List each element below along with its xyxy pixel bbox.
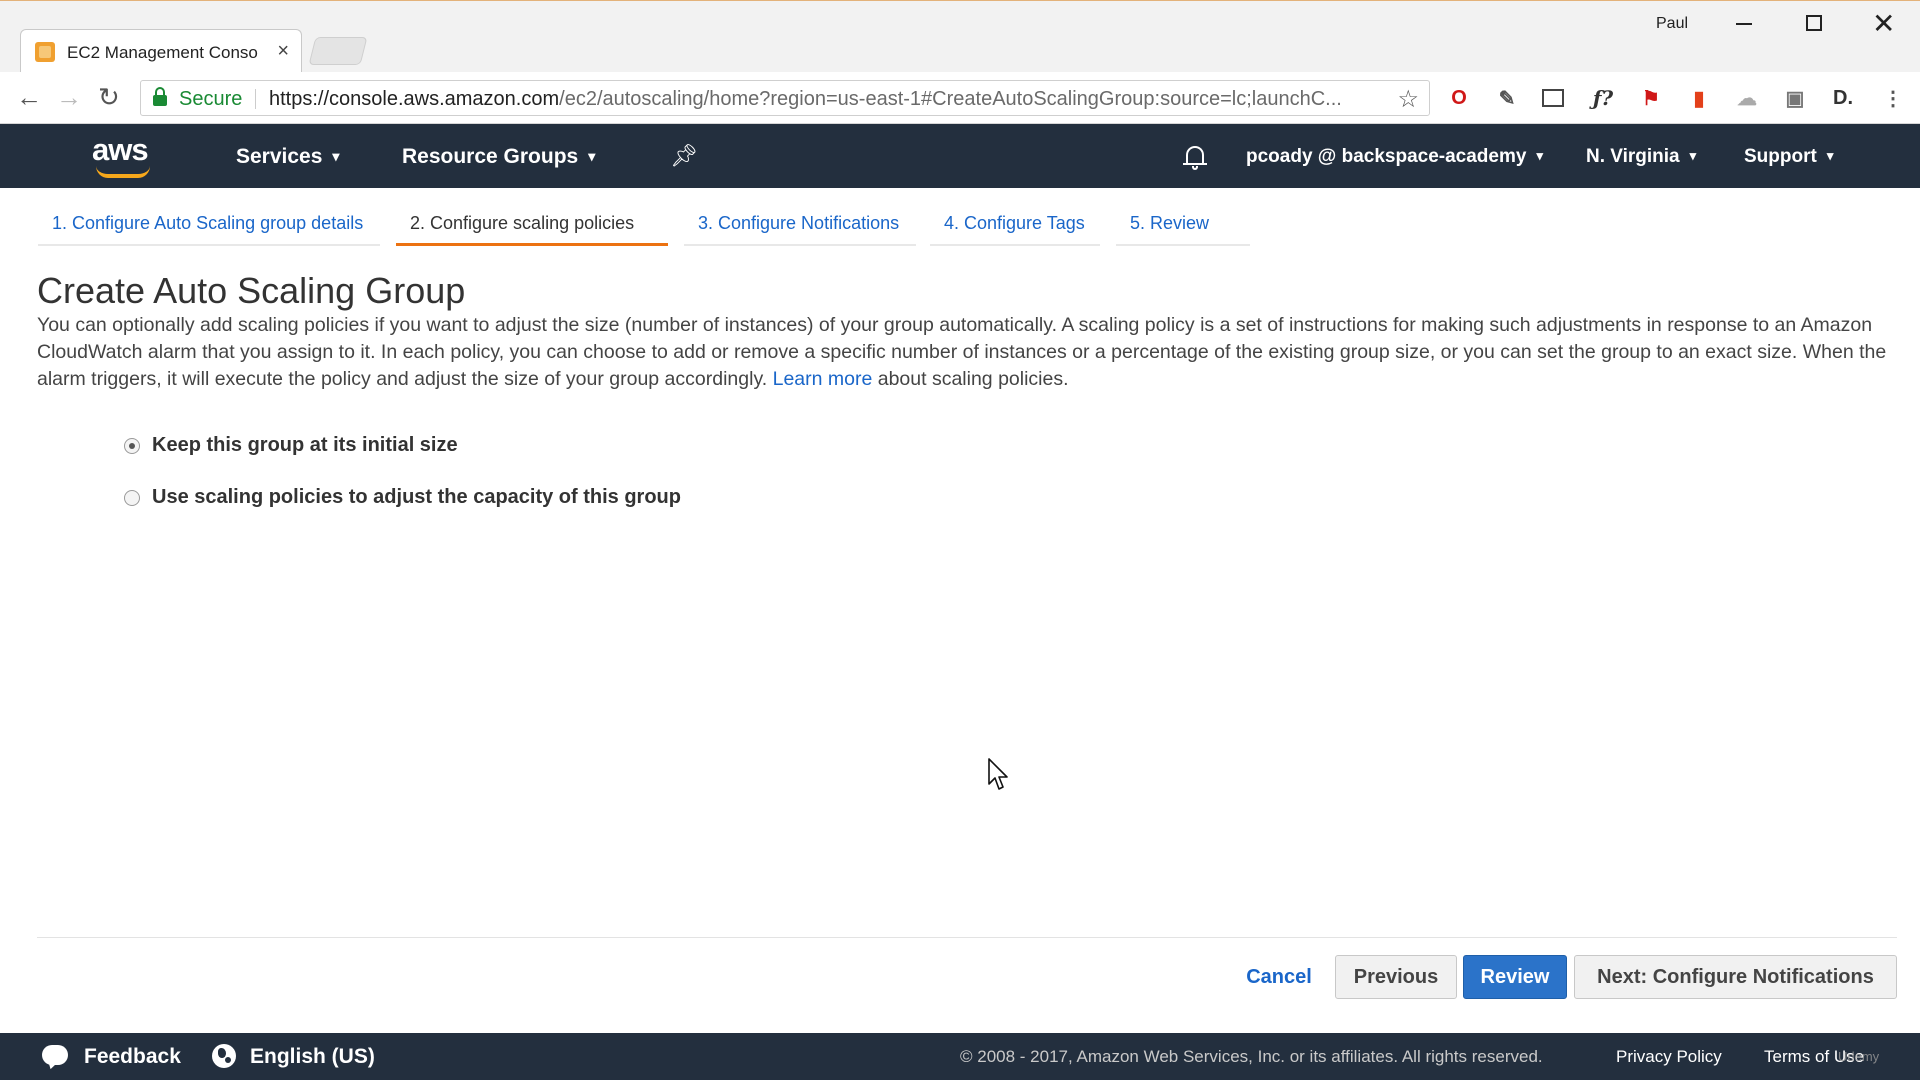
chevron-down-icon: ▾: [1536, 148, 1543, 163]
url-text[interactable]: https://console.aws.amazon.com/ec2/autos…: [269, 88, 1399, 111]
resource-groups-label: Resource Groups: [402, 145, 579, 168]
new-tab-button[interactable]: [308, 37, 368, 65]
back-icon[interactable]: ←: [16, 84, 42, 110]
profile-name[interactable]: Paul: [1656, 15, 1688, 33]
close-icon[interactable]: ×: [277, 40, 289, 63]
learn-more-link[interactable]: Learn more: [773, 368, 873, 390]
description-tail: about scaling policies.: [877, 368, 1069, 390]
next-configure-notifications-button[interactable]: Next: Configure Notifications: [1574, 955, 1897, 999]
chevron-down-icon: ▾: [332, 148, 340, 164]
url-host: https://console.aws.amazon.com: [269, 88, 560, 110]
browser-titlebar: EC2 Management Conso × Paul ✕: [0, 0, 1920, 73]
eyedropper-icon[interactable]: ✎: [1494, 85, 1520, 111]
menu-icon[interactable]: ⋮: [1880, 85, 1906, 111]
option-use-scaling-policies[interactable]: Use scaling policies to adjust the capac…: [124, 486, 681, 509]
globe-icon: [212, 1044, 236, 1068]
star-icon[interactable]: ☆: [1397, 85, 1419, 114]
aws-footer: Feedback English (US) © 2008 - 2017, Ama…: [0, 1033, 1920, 1080]
actions-divider: [37, 937, 1897, 938]
secure-label: Secure: [179, 88, 243, 110]
speech-bubble-icon: [42, 1045, 68, 1065]
region-menu[interactable]: N. Virginia ▾: [1586, 146, 1696, 168]
services-menu[interactable]: Services ▾: [236, 145, 339, 169]
flag-icon[interactable]: ⚑: [1638, 85, 1664, 111]
account-menu[interactable]: pcoady @ backspace-academy ▾: [1246, 146, 1543, 168]
wizard-step-2[interactable]: 2. Configure scaling policies: [396, 210, 668, 246]
maximize-icon[interactable]: [1806, 15, 1822, 31]
address-bar[interactable]: Secure https://console.aws.amazon.com/ec…: [140, 80, 1430, 116]
support-label: Support: [1744, 146, 1817, 167]
wizard-step-5[interactable]: 5. Review: [1116, 210, 1250, 246]
page-description: You can optionally add scaling policies …: [37, 312, 1887, 393]
aws-logo-text: aws: [92, 132, 149, 167]
screenshot-icon[interactable]: [1542, 89, 1564, 107]
radio-button[interactable]: [124, 489, 140, 506]
pin-icon[interactable]: 📌︎: [670, 143, 698, 169]
support-menu[interactable]: Support ▾: [1744, 146, 1833, 168]
aws-smile-icon: [96, 166, 150, 178]
previous-button[interactable]: Previous: [1335, 955, 1457, 999]
radio-button-selected[interactable]: [124, 437, 140, 454]
office-icon[interactable]: ▮: [1686, 85, 1712, 111]
chevron-down-icon: ▾: [1826, 148, 1834, 163]
address-bar-row: ← → ↻ Secure https://console.aws.amazon.…: [0, 72, 1920, 124]
option-label: Use scaling policies to adjust the capac…: [152, 486, 681, 508]
resource-groups-menu[interactable]: Resource Groups ▾: [402, 145, 595, 169]
feedback-link[interactable]: Feedback: [84, 1045, 181, 1069]
cloud-icon[interactable]: ☁: [1734, 85, 1760, 111]
omnibox-divider: [255, 89, 256, 109]
option-keep-initial-size[interactable]: Keep this group at its initial size: [124, 434, 458, 457]
aws-navbar: aws Services ▾ Resource Groups ▾ 📌︎ pcoady…: [0, 124, 1920, 188]
services-label: Services: [236, 145, 323, 168]
opera-icon[interactable]: O: [1446, 85, 1472, 111]
forward-icon[interactable]: →: [56, 84, 82, 110]
bell-icon[interactable]: [1182, 144, 1208, 170]
chevron-down-icon: ▾: [1689, 148, 1697, 163]
udemy-watermark: Udemy: [1838, 1049, 1880, 1064]
lock-icon: [153, 87, 167, 106]
wizard-step-3[interactable]: 3. Configure Notifications: [684, 210, 916, 246]
language-selector[interactable]: English (US): [250, 1045, 375, 1069]
fx-icon[interactable]: ƒ?: [1590, 85, 1616, 111]
cancel-button[interactable]: Cancel: [1236, 955, 1322, 999]
page-title: Create Auto Scaling Group: [37, 270, 466, 311]
url-path: /ec2/autoscaling/home?region=us-east-1#C…: [559, 88, 1342, 110]
privacy-policy-link[interactable]: Privacy Policy: [1616, 1047, 1722, 1067]
aws-logo[interactable]: aws: [92, 132, 158, 178]
account-label: pcoady @ backspace-academy: [1246, 146, 1527, 167]
minimize-icon[interactable]: [1736, 23, 1752, 25]
copyright-text: © 2008 - 2017, Amazon Web Services, Inc.…: [960, 1047, 1543, 1066]
wizard-step-4[interactable]: 4. Configure Tags: [930, 210, 1100, 246]
review-button[interactable]: Review: [1463, 955, 1567, 999]
puzzle-icon[interactable]: ▣: [1782, 85, 1808, 111]
wizard-step-1[interactable]: 1. Configure Auto Scaling group details: [38, 210, 380, 246]
reload-icon[interactable]: ↻: [98, 84, 120, 110]
d-icon[interactable]: D.: [1830, 85, 1856, 111]
tab-title: EC2 Management Conso: [67, 43, 258, 62]
browser-tab[interactable]: EC2 Management Conso ×: [20, 29, 302, 73]
window-close-icon[interactable]: ✕: [1872, 7, 1895, 40]
aws-cube-icon: [35, 42, 55, 62]
option-label: Keep this group at its initial size: [152, 434, 458, 456]
chevron-down-icon: ▾: [588, 148, 596, 164]
region-label: N. Virginia: [1586, 146, 1680, 167]
